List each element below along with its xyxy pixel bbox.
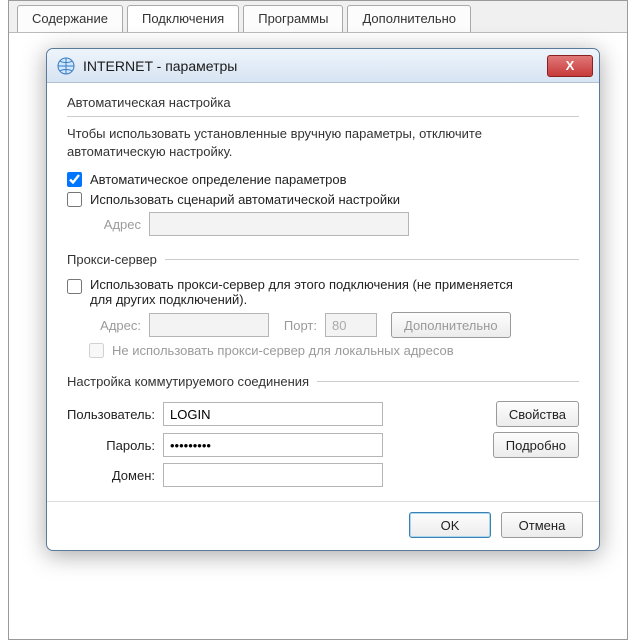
autodetect-label: Автоматическое определение параметров <box>90 172 347 187</box>
user-row: Пользователь: Свойства <box>67 401 579 427</box>
proxy-port-input <box>325 313 377 337</box>
autodetect-checkbox[interactable] <box>67 172 82 187</box>
auto-config-desc: Чтобы использовать установленные вручную… <box>67 125 579 160</box>
dialog-actions: OK Отмена <box>47 501 599 538</box>
dialog-body: Автоматическая настройка Чтобы использов… <box>47 83 599 550</box>
proxy-use-row: Использовать прокси-сервер для этого под… <box>67 277 579 307</box>
globe-icon <box>57 57 75 75</box>
proxy-advanced-button: Дополнительно <box>391 312 511 338</box>
user-input[interactable] <box>163 402 383 426</box>
lan-settings-dialog: INTERNET - параметры X Автоматическая на… <box>46 48 600 551</box>
proxy-addr-input <box>149 313 269 337</box>
password-input[interactable] <box>163 433 383 457</box>
autoscript-checkbox[interactable] <box>67 192 82 207</box>
auto-config-heading: Автоматическая настройка <box>67 93 579 112</box>
autoscript-label: Использовать сценарий автоматической нас… <box>90 192 400 207</box>
close-button[interactable]: X <box>547 55 593 77</box>
dialog-title: INTERNET - параметры <box>83 58 547 74</box>
close-icon: X <box>566 58 575 73</box>
ok-button[interactable]: OK <box>409 512 491 538</box>
tab-bar: Содержание Подключения Программы Дополни… <box>9 1 627 33</box>
proxy-addr-row: Адрес: Порт: Дополнительно <box>89 312 579 338</box>
proxy-heading: Прокси-сервер <box>67 250 157 269</box>
domain-row: Домен: <box>67 463 579 487</box>
password-label: Пароль: <box>67 438 163 453</box>
proxy-addr-label: Адрес: <box>89 318 149 333</box>
auto-address-row: Адрес <box>89 212 579 236</box>
proxy-bypass-row: Не использовать прокси-сервер для локаль… <box>89 343 579 358</box>
dial-group: Настройка коммутируемого соединения Поль… <box>67 372 579 487</box>
properties-button[interactable]: Свойства <box>496 401 579 427</box>
proxy-use-checkbox[interactable] <box>67 279 82 294</box>
auto-address-input <box>149 212 409 236</box>
dial-heading: Настройка коммутируемого соединения <box>67 372 309 391</box>
tab-content[interactable]: Содержание <box>17 5 123 32</box>
autoscript-row: Использовать сценарий автоматической нас… <box>67 192 579 207</box>
proxy-bypass-checkbox <box>89 343 104 358</box>
details-button[interactable]: Подробно <box>493 432 579 458</box>
domain-label: Домен: <box>67 468 163 483</box>
titlebar: INTERNET - параметры X <box>47 49 599 83</box>
divider <box>317 381 579 382</box>
proxy-group: Прокси-сервер Использовать прокси-сервер… <box>67 250 579 358</box>
password-row: Пароль: Подробно <box>67 432 579 458</box>
proxy-use-label: Использовать прокси-сервер для этого под… <box>90 277 530 307</box>
divider <box>165 259 579 260</box>
proxy-bypass-label: Не использовать прокси-сервер для локаль… <box>112 343 454 358</box>
tab-connections[interactable]: Подключения <box>127 5 239 32</box>
cancel-button[interactable]: Отмена <box>501 512 583 538</box>
proxy-port-label: Порт: <box>269 318 325 333</box>
auto-config-group: Автоматическая настройка Чтобы использов… <box>67 93 579 236</box>
tab-advanced[interactable]: Дополнительно <box>347 5 471 32</box>
tab-programs[interactable]: Программы <box>243 5 343 32</box>
domain-input[interactable] <box>163 463 383 487</box>
auto-address-label: Адрес <box>89 217 149 232</box>
user-label: Пользователь: <box>67 407 163 422</box>
autodetect-row: Автоматическое определение параметров <box>67 172 579 187</box>
divider <box>67 116 579 117</box>
